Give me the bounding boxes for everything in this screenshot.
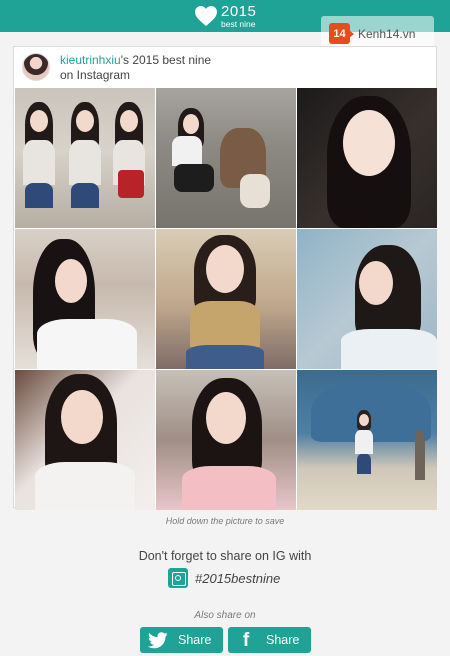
photo-6[interactable] xyxy=(297,229,437,369)
twitter-share-label: Share xyxy=(178,633,212,647)
share-prompt: Don't forget to share on IG with xyxy=(138,549,312,563)
facebook-share-label: Share xyxy=(266,633,300,647)
hashtag-text: #2015bestnine xyxy=(195,570,281,586)
hashtag-row: #2015bestnine xyxy=(168,567,280,589)
save-hint: Hold down the picture to save xyxy=(165,516,285,526)
heart-icon xyxy=(195,6,217,26)
photo-9[interactable] xyxy=(297,370,437,510)
photo-8[interactable] xyxy=(156,370,296,510)
photo-7[interactable] xyxy=(15,370,155,510)
avatar[interactable] xyxy=(22,53,50,81)
facebook-icon: f xyxy=(242,629,250,651)
watermark-text: Kenh14.vn xyxy=(358,26,416,41)
also-share-label: Also share on xyxy=(194,610,256,621)
photo-2[interactable] xyxy=(156,88,296,228)
best-nine-card: kieutrinhxiu's 2015 best nine on Instagr… xyxy=(13,46,437,510)
platform-label: on Instagram xyxy=(60,68,131,82)
photo-1[interactable] xyxy=(15,88,155,228)
photo-5[interactable] xyxy=(156,229,296,369)
title-suffix: 's 2015 best nine xyxy=(120,53,212,67)
card-header: kieutrinhxiu's 2015 best nine on Instagr… xyxy=(14,47,436,87)
brand-logo: 2015 best nine xyxy=(194,3,256,29)
instagram-icon xyxy=(168,568,188,588)
brand-subtitle: best nine xyxy=(221,18,256,29)
brand-year: 2015 xyxy=(221,2,257,20)
photo-4[interactable] xyxy=(15,229,155,369)
kenh14-logo-icon: 14 xyxy=(329,23,354,44)
twitter-share-button[interactable]: Share xyxy=(140,627,223,653)
twitter-icon xyxy=(146,628,170,652)
username-link[interactable]: kieutrinhxiu xyxy=(60,53,121,67)
photo-grid[interactable] xyxy=(15,88,437,510)
photo-3[interactable] xyxy=(297,88,437,228)
facebook-share-button[interactable]: f Share xyxy=(228,627,311,653)
card-title: kieutrinhxiu's 2015 best nine on Instagr… xyxy=(60,53,211,83)
